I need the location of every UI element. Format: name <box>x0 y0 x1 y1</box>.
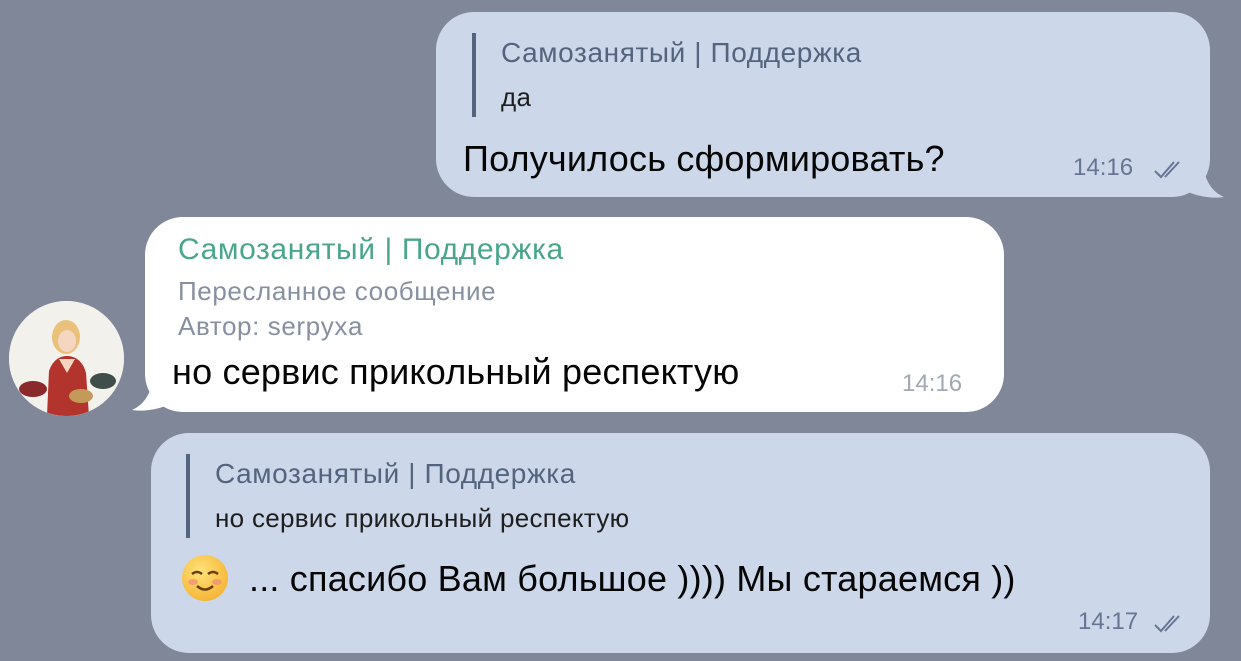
message-text: но сервис прикольный респектую <box>172 351 740 392</box>
message-text: Получилось сформировать? <box>463 138 945 179</box>
message-time: 14:17 <box>1078 608 1139 635</box>
double-check-icon <box>1154 615 1180 633</box>
reply-quote[interactable]: Самозанятый | Поддержка да <box>472 33 862 117</box>
reply-sender: Самозанятый | Поддержка <box>501 37 862 68</box>
reply-sender: Самозанятый | Поддержка <box>215 458 576 489</box>
reply-text: да <box>501 82 532 112</box>
smiling-face-emoji <box>182 555 228 601</box>
woman-on-phone-avatar <box>9 301 124 416</box>
forward-sender-name[interactable]: Самозанятый | Поддержка <box>178 233 564 267</box>
message-time: 14:16 <box>1073 154 1134 181</box>
message-time: 14:16 <box>902 370 963 397</box>
double-check-icon <box>1154 161 1180 179</box>
forward-author: Автор: serpyxa <box>178 311 364 341</box>
reply-text: но сервис прикольный респектую <box>215 503 630 533</box>
reply-quote[interactable]: Самозанятый | Поддержка но сервис прикол… <box>186 454 629 538</box>
forwarded-label: Пересланное сообщение <box>178 276 497 306</box>
message-text: ... спасибо Вам большое )))) Мы стараемс… <box>249 558 1016 599</box>
avatar[interactable] <box>9 301 124 416</box>
